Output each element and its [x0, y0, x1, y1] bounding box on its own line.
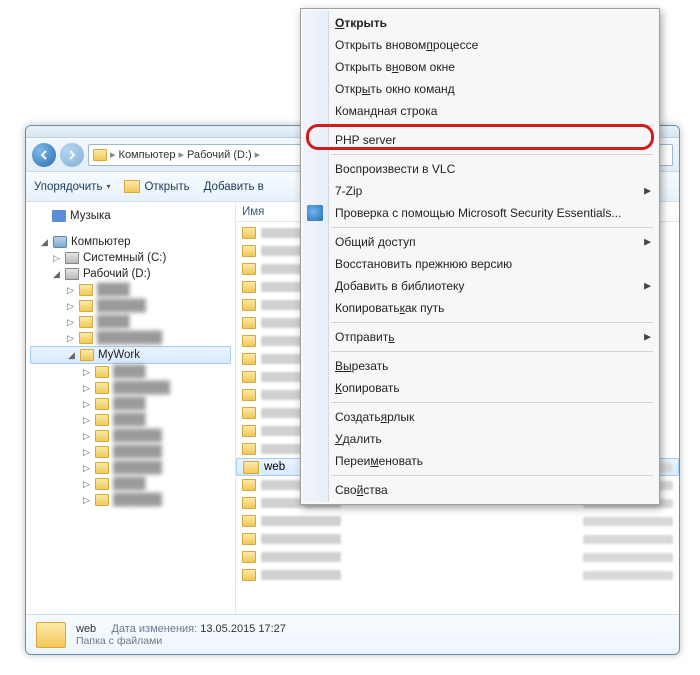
menu-separator: [331, 125, 653, 126]
list-item[interactable]: [236, 512, 679, 530]
submenu-arrow-icon: ▶: [644, 281, 651, 292]
chevron-down-icon: ▾: [106, 182, 110, 191]
menu-separator: [331, 154, 653, 155]
menu-separator: [331, 322, 653, 323]
menu-copy-path[interactable]: Копировать как путь: [331, 297, 657, 319]
drive-icon: [65, 268, 79, 280]
computer-icon: [53, 236, 67, 248]
tree-label: Компьютер: [71, 236, 131, 248]
tree-item[interactable]: ▷████: [30, 412, 231, 428]
folder-icon: [93, 149, 107, 161]
details-mod-value: 13.05.2015 17:27: [200, 623, 286, 635]
organize-label: Упорядочить: [34, 181, 102, 193]
menu-7zip[interactable]: 7-Zip▶: [331, 180, 657, 202]
tree-item[interactable]: ▷████: [30, 364, 231, 380]
context-menu: Открыть Открыть в новом процессе Открыть…: [300, 8, 660, 505]
collapse-icon[interactable]: ◢: [40, 238, 49, 247]
menu-restore-version[interactable]: Восстановить прежнюю версию: [331, 253, 657, 275]
list-item[interactable]: [236, 548, 679, 566]
tree-item[interactable]: ▷██████: [30, 460, 231, 476]
tree-label: Рабочий (D:): [83, 268, 151, 280]
folder-icon: [80, 349, 94, 361]
nav-tree[interactable]: Музыка ◢ Компьютер ▷ Системный (C:) ◢ Ра…: [26, 202, 236, 614]
breadcrumb-item[interactable]: Рабочий (D:): [187, 149, 252, 161]
list-item[interactable]: [236, 566, 679, 584]
menu-open-new-window[interactable]: Открыть в новом окне: [331, 56, 657, 78]
breadcrumb-sep-icon: ▸: [255, 148, 261, 161]
details-type: Папка с файлами: [76, 635, 286, 647]
open-folder-icon: [124, 180, 140, 193]
tree-item-sysdrive[interactable]: ▷ Системный (C:): [30, 250, 231, 266]
organize-button[interactable]: Упорядочить ▾: [34, 181, 110, 193]
tree-item[interactable]: ▷████████: [30, 330, 231, 346]
forward-button[interactable]: [60, 143, 84, 167]
tree-item-mywork[interactable]: ◢ MyWork: [30, 346, 231, 364]
menu-cut[interactable]: Вырезать: [331, 355, 657, 377]
submenu-arrow-icon: ▶: [644, 186, 651, 197]
tree-item[interactable]: ▷██████: [30, 298, 231, 314]
menu-send-to[interactable]: Отправить▶: [331, 326, 657, 348]
tree-label: Музыка: [70, 210, 111, 222]
tree-item[interactable]: ▷███████: [30, 380, 231, 396]
menu-properties[interactable]: Свойства: [331, 479, 657, 501]
add-button[interactable]: Добавить в: [204, 181, 264, 193]
menu-separator: [331, 475, 653, 476]
tree-item-music[interactable]: Музыка: [30, 208, 231, 224]
menu-share[interactable]: Общий доступ▶: [331, 231, 657, 253]
menu-separator: [331, 227, 653, 228]
menu-separator: [331, 402, 653, 403]
details-pane: web Дата изменения: 13.05.2015 17:27 Пап…: [26, 614, 679, 654]
file-name: web: [264, 461, 285, 473]
menu-separator: [331, 351, 653, 352]
tree-item[interactable]: ▷████: [30, 396, 231, 412]
menu-open-cmd-window[interactable]: Открыть окно команд: [331, 78, 657, 100]
tree-item[interactable]: ▷██████: [30, 492, 231, 508]
menu-add-library[interactable]: Добавить в библиотеку▶: [331, 275, 657, 297]
menu-rename[interactable]: Переименовать: [331, 450, 657, 472]
shield-icon: [307, 205, 323, 221]
menu-vlc[interactable]: Воспроизвести в VLC: [331, 158, 657, 180]
tree-item-workdrive[interactable]: ◢ Рабочий (D:): [30, 266, 231, 282]
back-button[interactable]: [32, 143, 56, 167]
open-label: Открыть: [144, 181, 189, 193]
tree-label: MyWork: [98, 349, 140, 361]
menu-delete[interactable]: Удалить: [331, 428, 657, 450]
breadcrumb-sep-icon: ▸: [110, 148, 116, 161]
folder-icon: [36, 622, 66, 648]
music-icon: [52, 210, 66, 222]
folder-icon: [243, 461, 259, 474]
tree-label: Системный (C:): [83, 252, 166, 264]
menu-mse-scan[interactable]: Проверка с помощью Microsoft Security Es…: [331, 202, 657, 224]
drive-icon: [65, 252, 79, 264]
tree-item[interactable]: ▷██████: [30, 444, 231, 460]
menu-create-shortcut[interactable]: Создать ярлык: [331, 406, 657, 428]
collapse-icon[interactable]: ◢: [67, 351, 76, 360]
menu-cmdline[interactable]: Командная строка: [331, 100, 657, 122]
details-name: web: [76, 623, 96, 635]
tree-item[interactable]: ▷██████: [30, 428, 231, 444]
expand-icon[interactable]: ▷: [52, 254, 61, 263]
tree-item-computer[interactable]: ◢ Компьютер: [30, 234, 231, 250]
menu-copy[interactable]: Копировать: [331, 377, 657, 399]
breadcrumb-item[interactable]: Компьютер: [119, 149, 176, 161]
menu-open[interactable]: Открыть: [331, 12, 657, 34]
tree-item[interactable]: ▷████: [30, 476, 231, 492]
details-mod-label: Дата изменения:: [111, 623, 197, 635]
column-name[interactable]: Имя: [242, 206, 264, 218]
add-label: Добавить в: [204, 181, 264, 193]
collapse-icon[interactable]: ◢: [52, 270, 61, 279]
tree-item[interactable]: ▷████: [30, 314, 231, 330]
submenu-arrow-icon: ▶: [644, 237, 651, 248]
tree-item[interactable]: ▷████: [30, 282, 231, 298]
breadcrumb-sep-icon: ▸: [178, 148, 184, 161]
menu-php-server[interactable]: PHP server: [331, 129, 657, 151]
list-item[interactable]: [236, 530, 679, 548]
open-button[interactable]: Открыть: [124, 180, 189, 193]
submenu-arrow-icon: ▶: [644, 332, 651, 343]
menu-open-new-process[interactable]: Открыть в новом процессе: [331, 34, 657, 56]
